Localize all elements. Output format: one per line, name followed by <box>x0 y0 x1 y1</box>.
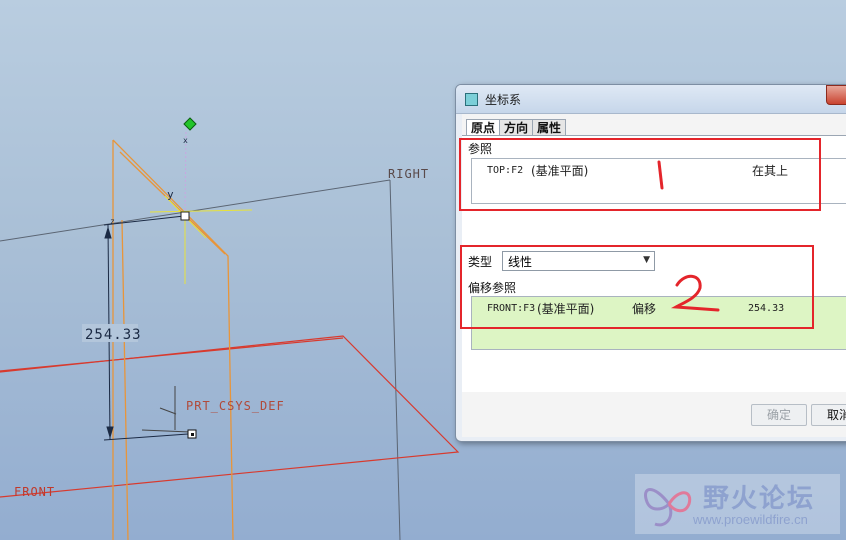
watermark: 野火论坛 www.proewildfire.cn <box>635 474 840 534</box>
watermark-logo <box>644 488 692 527</box>
annotation-number-1 <box>657 160 664 190</box>
annotation-marks <box>657 160 720 312</box>
watermark-url: www.proewildfire.cn <box>693 512 808 527</box>
watermark-title: 野火论坛 <box>703 484 816 514</box>
annotation-number-2 <box>670 274 720 312</box>
